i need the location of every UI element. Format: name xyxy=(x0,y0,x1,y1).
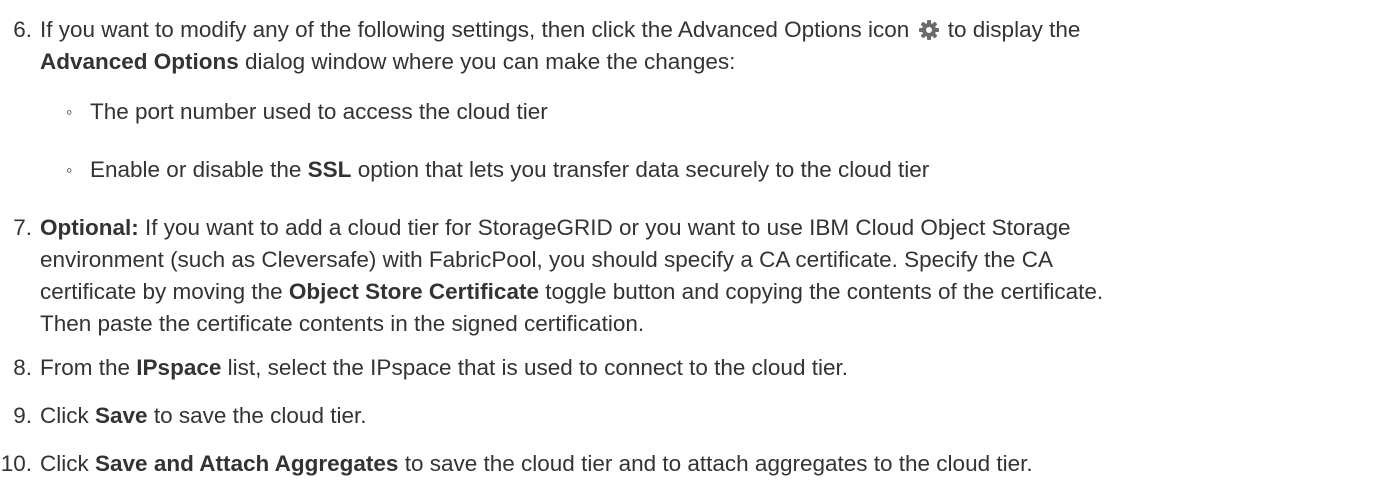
step-number: 8. xyxy=(13,355,32,380)
step-text: list, select the IPspace that is used to… xyxy=(227,355,848,380)
step-text: dialog window where you can make the cha… xyxy=(245,49,736,74)
step-7: 7. Optional: If you want to add a cloud … xyxy=(0,212,1372,340)
step-text: to save the cloud tier. xyxy=(153,403,367,428)
step-text: toggle button and copying the contents o… xyxy=(545,279,1104,304)
step-text: to save the cloud tier and to attach agg… xyxy=(404,451,1033,476)
save-label: Save xyxy=(95,403,148,428)
bullet: ◦ xyxy=(66,160,73,180)
object-store-certificate-label: Object Store Certificate xyxy=(288,279,539,304)
step-text: certificate by moving the xyxy=(40,279,283,304)
ipspace-label: IPspace xyxy=(136,355,222,380)
bullet: ◦ xyxy=(66,102,73,122)
step-8: 8. From the IPspace list, select the IPs… xyxy=(0,352,1372,384)
gear-icon xyxy=(918,18,940,40)
advanced-options-label: Advanced Options xyxy=(40,49,239,74)
step-number: 10. xyxy=(0,451,32,476)
subitem-text: option that lets you transfer data secur… xyxy=(357,157,930,182)
step-9: 9. Click Save to save the cloud tier. xyxy=(0,400,1372,432)
step-text: Click xyxy=(40,403,89,428)
step-text: environment (such as Cleversafe) with Fa… xyxy=(40,247,1053,272)
list-item: ◦ The port number used to access the clo… xyxy=(0,96,1372,128)
step-text: From the xyxy=(40,355,131,380)
step-number: 6. xyxy=(13,17,32,42)
step-text: to display the xyxy=(947,17,1081,42)
save-and-attach-label: Save and Attach Aggregates xyxy=(95,451,399,476)
step-text: Then paste the certificate contents in t… xyxy=(40,311,645,336)
subitem-text: Enable or disable the xyxy=(90,157,302,182)
step-text: Click xyxy=(40,451,89,476)
subitem-text: The port number used to access the cloud… xyxy=(90,99,548,124)
list-item: ◦ Enable or disable the SSL option that … xyxy=(0,154,1372,186)
step-number: 9. xyxy=(13,403,32,428)
ssl-label: SSL xyxy=(307,157,352,182)
step-text: If you want to add a cloud tier for Stor… xyxy=(145,215,1071,240)
step-10: 10. Click Save and Attach Aggregates to … xyxy=(0,448,1372,480)
optional-label: Optional: xyxy=(40,215,139,240)
step-text: If you want to modify any of the followi… xyxy=(40,17,910,42)
step-number: 7. xyxy=(13,215,32,240)
